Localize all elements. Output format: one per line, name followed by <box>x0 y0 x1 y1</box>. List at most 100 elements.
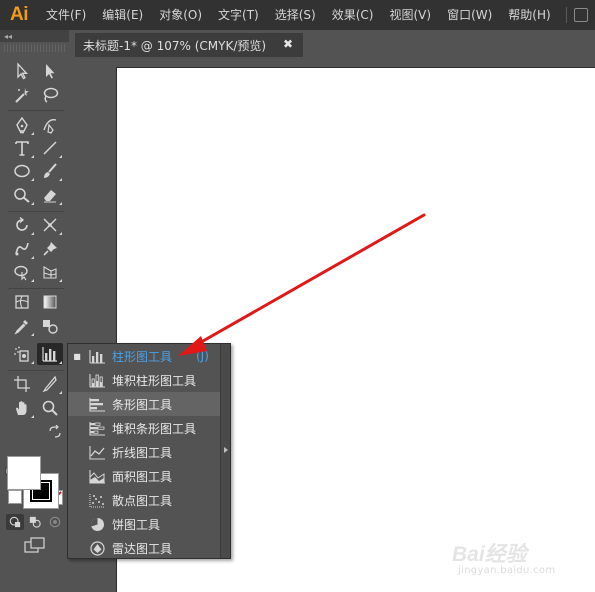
flyout-item-label: 散点图工具 <box>112 493 173 508</box>
flyout-item-pie-graph[interactable]: 饼图工具 <box>68 512 221 536</box>
menu-object[interactable]: 对象(O) <box>151 0 210 30</box>
perspective-grid-tool[interactable] <box>37 261 63 283</box>
draw-normal-icon <box>9 516 21 528</box>
direct-selection-arrow-icon <box>46 64 55 79</box>
slice-tool[interactable] <box>37 373 63 395</box>
paintbrush-tool[interactable] <box>37 160 63 182</box>
shape-builder-tool[interactable] <box>9 261 35 283</box>
close-icon[interactable]: ✖ <box>283 37 293 51</box>
shortcut-label: (J) <box>196 349 209 363</box>
gradient-tool[interactable] <box>37 291 63 313</box>
mesh-icon <box>15 295 29 309</box>
color-mode-button[interactable] <box>8 490 22 504</box>
flyout-item-radar-graph[interactable]: 雷达图工具 <box>68 536 221 560</box>
flyout-item-bar-graph[interactable]: 条形图工具 <box>68 392 221 416</box>
flyout-item-label: 雷达图工具 <box>112 541 173 556</box>
document-tab[interactable]: 未标题-1* @ 107% (CMYK/预览) ✖ <box>75 33 303 57</box>
mesh-tool[interactable] <box>9 291 35 313</box>
swap-fill-stroke-icon[interactable] <box>48 425 62 439</box>
warp-icon <box>15 242 29 256</box>
flyout-item-label: 柱形图工具 <box>112 349 173 364</box>
width-tool[interactable] <box>37 214 63 236</box>
screen-mode-icon[interactable] <box>24 537 46 553</box>
slice-knife-icon <box>42 375 57 393</box>
flyout-item-stacked-bar-graph[interactable]: 堆积条形图工具 <box>68 416 221 440</box>
puppet-warp-tool[interactable] <box>9 238 35 260</box>
zoom-tool[interactable] <box>37 397 63 419</box>
eyedropper-tool[interactable] <box>9 315 35 337</box>
column-graph-icon <box>88 349 105 364</box>
collapse-panel-icon[interactable]: ◂◂ <box>4 32 12 41</box>
shape-builder-icon <box>14 265 28 281</box>
selected-bullet-icon: ■ <box>73 351 81 361</box>
watermark-main: Bai经验 <box>452 543 527 566</box>
curvature-pen-icon <box>43 119 57 134</box>
selection-arrow-icon <box>17 62 28 80</box>
tearoff-strip[interactable] <box>220 344 230 558</box>
pen-tool[interactable] <box>9 114 35 136</box>
menu-view[interactable]: 视图(V) <box>381 0 439 30</box>
magic-wand-tool[interactable] <box>9 84 35 106</box>
rotate-icon <box>16 216 28 231</box>
pen-nib-icon <box>16 116 28 134</box>
flyout-item-label: 堆积柱形图工具 <box>112 373 197 388</box>
tools-panel-header[interactable]: ◂◂ <box>0 30 69 42</box>
flyout-item-scatter-graph[interactable]: 散点图工具 <box>68 488 221 512</box>
flyout-item-label: 折线图工具 <box>112 445 173 460</box>
menu-help[interactable]: 帮助(H) <box>500 0 558 30</box>
tools-panel: ◂◂ <box>0 30 69 592</box>
selection-tool[interactable] <box>9 60 35 82</box>
type-tool[interactable] <box>9 137 35 159</box>
eyedropper-icon <box>14 320 28 335</box>
menu-effect[interactable]: 效果(C) <box>324 0 382 30</box>
eraser-icon <box>44 190 56 203</box>
menu-type[interactable]: 文字(T) <box>210 0 267 30</box>
direct-selection-tool[interactable] <box>37 60 63 82</box>
watermark-sub: jingyan.baidu.com <box>458 565 556 576</box>
pin-tool[interactable] <box>37 238 63 260</box>
ellipse-tool[interactable] <box>9 160 35 182</box>
flyout-item-column-graph[interactable]: ■ 柱形图工具 (J) <box>68 344 221 368</box>
workspace-switcher-button[interactable] <box>574 8 588 22</box>
flyout-item-label: 面积图工具 <box>112 469 173 484</box>
menu-window[interactable]: 窗口(W) <box>439 0 500 30</box>
app-logo: Ai <box>10 4 29 25</box>
flyout-item-line-graph[interactable]: 折线图工具 <box>68 440 221 464</box>
stacked-bar-graph-icon <box>88 421 105 436</box>
type-t-icon <box>15 141 29 156</box>
eraser-tool[interactable] <box>37 184 63 206</box>
lasso-icon <box>43 87 59 103</box>
flyout-item-stacked-column-graph[interactable]: 堆积柱形图工具 <box>68 368 221 392</box>
draw-normal-button[interactable] <box>6 514 24 530</box>
line-segment-tool[interactable] <box>37 137 63 159</box>
column-graph-tool[interactable] <box>37 343 63 365</box>
pie-graph-icon <box>90 517 104 531</box>
watermark: Bai经验 jingyan.baidu.com <box>452 538 592 582</box>
curvature-tool[interactable] <box>37 114 63 136</box>
artboard-tool[interactable] <box>9 373 35 395</box>
scatter-graph-icon <box>88 493 105 508</box>
ellipse-icon <box>14 164 30 178</box>
shaper-tool[interactable] <box>9 184 35 206</box>
graph-tools-flyout: ■ 柱形图工具 (J) 堆积柱形图工具 条形图工具 堆积条形图工具 折线图工具 … <box>67 343 231 559</box>
lasso-tool[interactable] <box>37 84 63 106</box>
fill-color-swatch[interactable] <box>7 456 41 490</box>
column-graph-icon <box>42 347 57 362</box>
width-tool-icon <box>43 218 57 232</box>
zoom-magnifier-icon <box>42 400 58 416</box>
flyout-item-label: 饼图工具 <box>112 517 161 532</box>
symbol-sprayer-tool[interactable] <box>9 343 35 365</box>
line-graph-icon <box>88 445 105 460</box>
paintbrush-icon <box>44 163 57 178</box>
tools-panel-grip[interactable] <box>4 44 65 52</box>
flyout-item-area-graph[interactable]: 面积图工具 <box>68 464 221 488</box>
menu-select[interactable]: 选择(S) <box>267 0 324 30</box>
tearoff-arrow-icon <box>224 447 228 453</box>
rotate-tool[interactable] <box>9 214 35 236</box>
hand-tool[interactable] <box>9 397 35 419</box>
menu-file[interactable]: 文件(F) <box>38 0 94 30</box>
blend-tool[interactable] <box>37 315 63 337</box>
menu-edit[interactable]: 编辑(E) <box>94 0 151 30</box>
draw-behind-icon[interactable] <box>29 516 41 528</box>
draw-inside-icon[interactable] <box>49 516 61 528</box>
